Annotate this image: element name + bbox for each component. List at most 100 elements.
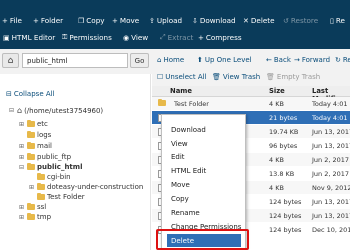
cell-last-modified: Jun 13, 2017 [312,142,350,150]
tree-item-etc[interactable]: ⊞ etc [19,119,48,128]
nav-view-trash-label: View Trash [222,73,261,81]
expand-toggle-icon[interactable]: ⊞ [19,121,25,128]
folder-icon [27,202,35,210]
cell-last-modified: Jun 13, 2017 [312,212,350,220]
delete-highlight-box [156,229,249,250]
nav-up-one-level-label: Up One Level [204,56,252,64]
file-grid-header: Name Size Last Modifi [152,86,350,103]
plus-icon: + [2,16,8,25]
toolbar-file-button[interactable]: + File [2,16,22,25]
up-level-icon: ⬆ [197,56,203,64]
context-menu-move[interactable]: Move [171,181,190,189]
toolbar-copy-button[interactable]: ❐ Copy [78,16,105,25]
cell-last-modified: Jun 2, 2017 [312,156,350,164]
tree-item-label: Test Folder [47,193,85,201]
folder-icon [27,119,35,127]
collapse-all-label: Collapse All [13,90,55,98]
toolbar-permissions-button[interactable]: ⚿ Permissions [62,33,112,42]
toolbar-upload-button[interactable]: ⇪ Upload [149,16,182,25]
cell-last-modified: Jun 13, 2017 [312,128,350,136]
toolbar-compress-button[interactable]: + Compress [198,33,242,42]
nav-re-button[interactable]: ↻ Re [335,56,350,64]
context-menu-edit[interactable]: Edit [171,153,185,161]
cell-last-modified: Today 4:01 [312,100,348,108]
tree-item-cgi-bin[interactable]: cgi-bin [29,172,71,181]
cell-size: 124 bytes [269,198,302,206]
toolbar-extract-label: Extract [167,33,194,42]
nav-empty-trash-button[interactable]: 🗑 Empty Trash [266,73,320,81]
nav-unselect-all-button[interactable]: ☐ Unselect All [157,73,207,81]
expand-toggle-icon[interactable]: ⊞ [19,204,25,211]
context-menu-rename[interactable]: Rename [171,209,200,217]
tree-item-doteasy-under-construction[interactable]: ⊞ doteasy-under-construction [29,182,143,191]
nav-back-label: Back [273,56,291,64]
tree-item-label: tmp [37,213,52,221]
nav-unselect-all-label: Unselect All [165,73,207,81]
nav-home-button[interactable]: ⌂ Home [157,56,184,64]
table-row[interactable]: Test Folder 4 KB Today 4:01 [152,97,350,110]
context-menu-download[interactable]: Download [171,126,206,134]
collapse-toggle-icon[interactable]: ⊟ [9,107,15,114]
nav-back-button[interactable]: ← Back [266,56,291,64]
home-icon: ⌂ [7,55,14,66]
toolbar-move-button[interactable]: + Move [112,16,139,25]
reload-icon: ↻ [335,56,341,64]
toolbar-html-editor-button[interactable]: ▣ HTML Editor [3,33,55,42]
toolbar-view-button[interactable]: ◉ View [123,33,148,42]
tree-item-tmp[interactable]: ⊞ tmp [19,212,52,221]
toolbar-re-button[interactable]: ▯ Re [330,16,345,25]
context-menu-copy[interactable]: Copy [171,195,189,203]
nav-forward-button[interactable]: → Forward [294,56,330,64]
expand-toggle-icon[interactable]: ⊞ [29,184,35,191]
toolbar-compress-label: Compress [205,33,242,42]
cell-size: 4 KB [269,100,284,108]
toolbar-restore-button[interactable]: ↺ Restore [283,16,318,25]
expand-toggle-icon[interactable]: ⊞ [19,214,25,221]
unselect-icon: ☐ [157,73,164,81]
restore-icon: ↺ [283,16,289,25]
nav-up-one-level-button[interactable]: ⬆ Up One Level [197,56,252,64]
toolbar-html-editor-label: HTML Editor [11,33,56,42]
toolbar-download-button[interactable]: ⇩ Download [192,16,236,25]
folder-icon [27,141,35,149]
nav-view-trash-button[interactable]: 🗑 View Trash [212,73,260,81]
context-menu-html-edit[interactable]: HTML Edit [171,167,206,175]
column-size[interactable]: Size [269,87,285,95]
column-name[interactable]: Name [170,87,192,95]
go-button[interactable]: Go [130,53,149,68]
toolbar-re-label: Re [335,16,345,25]
cell-size: 4 KB [269,184,284,192]
cell-size: 19.74 KB [269,128,299,136]
home-directory-button[interactable]: ⌂ [2,53,19,68]
collapse-all-link[interactable]: ⊟ Collapse All [6,90,55,98]
tree-root[interactable]: ⊟ ⌂ (/home/utest3754960) [9,106,103,115]
tree-item-test-folder[interactable]: Test Folder [29,192,85,201]
tree-item-label: public_ftp [37,153,72,161]
toolbar-extract-button[interactable]: ⤢ Extract [160,33,193,42]
tree-item-public-ftp[interactable]: ⊞ public_ftp [19,152,72,161]
toolbar-move-label: Move [119,16,140,25]
folder-icon [27,152,35,160]
nav-empty-trash-label: Empty Trash [276,73,321,81]
path-input[interactable] [22,53,128,68]
toolbar-delete-button[interactable]: ✕ Delete [243,16,275,25]
context-menu-view[interactable]: View [171,140,188,148]
rename-icon: ▯ [330,16,334,25]
expand-toggle-icon[interactable]: ⊞ [19,154,25,161]
download-icon: ⇩ [192,16,198,25]
home-icon: ⌂ [17,106,23,115]
tree-item-logs[interactable]: logs [19,130,51,139]
tree-item-ssl[interactable]: ⊞ ssl [19,202,46,211]
folder-icon [37,182,45,190]
cell-size: 13.8 KB [269,170,295,178]
tree-item-label: cgi-bin [47,173,71,181]
empty-trash-icon: 🗑 [266,73,275,81]
toolbar-folder-button[interactable]: + Folder [33,16,63,25]
tree-item-public-html[interactable]: ⊟ public_html [19,162,82,171]
nav-re-label: Re [342,56,350,64]
toolbar-upload-label: Upload [156,16,183,25]
toolbar-restore-label: Restore [290,16,319,25]
tree-item-mail[interactable]: ⊞ mail [19,141,52,150]
expand-toggle-icon[interactable]: ⊞ [19,143,25,150]
collapse-toggle-icon[interactable]: ⊟ [19,164,25,171]
